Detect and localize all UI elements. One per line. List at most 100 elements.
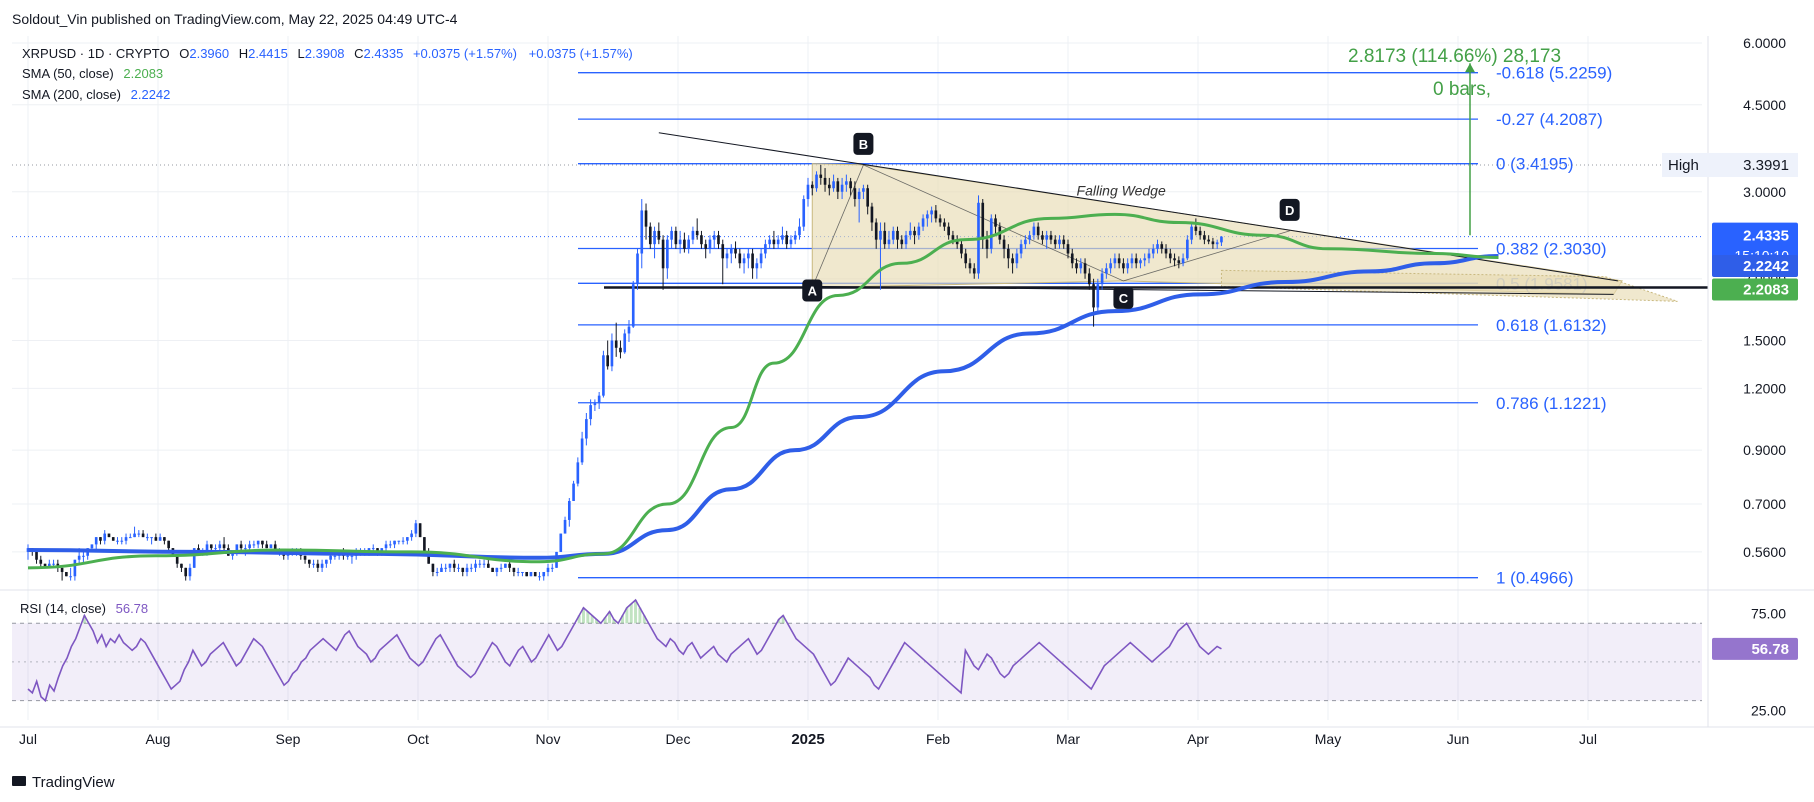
candle-body xyxy=(772,239,776,245)
rsi-legend: RSI (14, close) 56.78 xyxy=(20,601,148,616)
candle-body xyxy=(832,181,835,189)
projection-bars: 0 bars, xyxy=(1433,79,1491,100)
legend-high-key: H xyxy=(239,46,248,61)
candle-body xyxy=(742,258,746,264)
candle-body xyxy=(576,462,580,484)
candle-body xyxy=(1079,263,1083,269)
candle-body xyxy=(384,544,388,549)
candle-body xyxy=(222,544,226,549)
candle-body xyxy=(947,226,950,236)
candle-body xyxy=(60,567,64,572)
candle-body xyxy=(73,559,77,577)
candle-body xyxy=(482,563,486,565)
y-tick-label: 6.0000 xyxy=(1743,35,1786,51)
candle-body xyxy=(1190,226,1193,240)
candle-body xyxy=(960,244,963,254)
candle-body xyxy=(1036,226,1040,236)
candle-body xyxy=(891,230,895,240)
candle-body xyxy=(631,284,635,327)
candle-body xyxy=(862,188,865,192)
legend-low-key: L xyxy=(298,46,305,61)
candle-body xyxy=(1113,258,1117,264)
candle-body xyxy=(346,555,349,557)
candle-body xyxy=(116,540,119,542)
candle-body xyxy=(1151,248,1155,254)
candle-body xyxy=(1019,244,1023,254)
candle-body xyxy=(529,571,533,577)
x-tick-label: 2025 xyxy=(791,731,824,748)
candle-body xyxy=(239,544,243,549)
candle-body xyxy=(785,235,789,245)
candle-body xyxy=(90,544,94,549)
candle-body xyxy=(261,540,264,545)
candle-body xyxy=(589,405,592,420)
candle-body xyxy=(1117,258,1121,264)
candle-body xyxy=(853,188,857,200)
x-tick-label: Jun xyxy=(1447,731,1470,747)
candle-body xyxy=(167,540,170,549)
candle-body xyxy=(469,567,473,569)
candle-body xyxy=(39,559,43,564)
candle-body xyxy=(806,184,810,200)
candle-body xyxy=(700,235,703,245)
high-tag-value: 3.3991 xyxy=(1743,157,1789,174)
pattern-label: Falling Wedge xyxy=(1077,182,1166,198)
candle-body xyxy=(798,226,801,236)
candle-body xyxy=(516,571,520,573)
candle-body xyxy=(371,548,375,550)
candle-body xyxy=(65,571,68,577)
legend-close-key: C xyxy=(354,46,363,61)
legend-close: 2.4335 xyxy=(364,46,404,61)
candle-body xyxy=(1066,244,1070,254)
candle-body xyxy=(508,563,511,568)
candle-body xyxy=(636,253,639,285)
candle-body xyxy=(1002,239,1006,249)
tradingview-logo[interactable]: TradingView xyxy=(12,774,115,791)
candle-body xyxy=(849,181,852,189)
candle-body xyxy=(414,523,418,534)
candle-body xyxy=(316,563,320,568)
candle-body xyxy=(683,239,686,249)
candle-body xyxy=(1070,253,1074,264)
candle-body xyxy=(674,230,678,245)
candle-body xyxy=(781,235,784,240)
x-tick-label: Apr xyxy=(1187,731,1209,747)
candle-body xyxy=(695,230,699,236)
candle-body xyxy=(1058,239,1061,245)
candle-body xyxy=(512,567,516,572)
candle-body xyxy=(840,184,844,192)
x-tick-label: Aug xyxy=(146,731,171,747)
x-tick-label: Oct xyxy=(407,731,429,747)
candle-body xyxy=(755,263,759,269)
candle-body xyxy=(457,567,460,569)
candle-body xyxy=(312,563,315,565)
candle-body xyxy=(593,403,597,406)
candle-body xyxy=(533,571,537,577)
candle-body xyxy=(913,230,916,236)
candle-body xyxy=(934,210,938,219)
candle-body xyxy=(678,239,682,245)
candle-body xyxy=(111,537,115,541)
sma200-line xyxy=(27,253,1499,560)
candle-body xyxy=(585,419,588,439)
candle-body xyxy=(717,235,720,245)
candle-body xyxy=(1215,242,1219,245)
candle-body xyxy=(883,230,887,245)
candle-body xyxy=(77,555,81,560)
candle-body xyxy=(640,210,644,254)
candle-body xyxy=(350,555,354,557)
candle-body xyxy=(452,563,456,568)
rsi-pane xyxy=(12,598,1702,703)
candle-body xyxy=(133,533,136,538)
candle-body xyxy=(244,548,247,550)
candle-body xyxy=(333,555,337,557)
candle-body xyxy=(163,537,166,541)
last-price-tag: 2.4335 xyxy=(1743,228,1789,245)
trading-chart[interactable]: -0.618 (5.2259)-0.27 (4.2087)0 (3.4195)0… xyxy=(0,0,1814,802)
candle-body xyxy=(542,571,546,577)
x-tick-label: Sep xyxy=(276,731,301,747)
candle-body xyxy=(623,333,627,353)
wedge-extension xyxy=(1220,269,1678,302)
candle-body xyxy=(150,537,153,539)
rsi-y-tick-label: 75.00 xyxy=(1751,606,1786,622)
